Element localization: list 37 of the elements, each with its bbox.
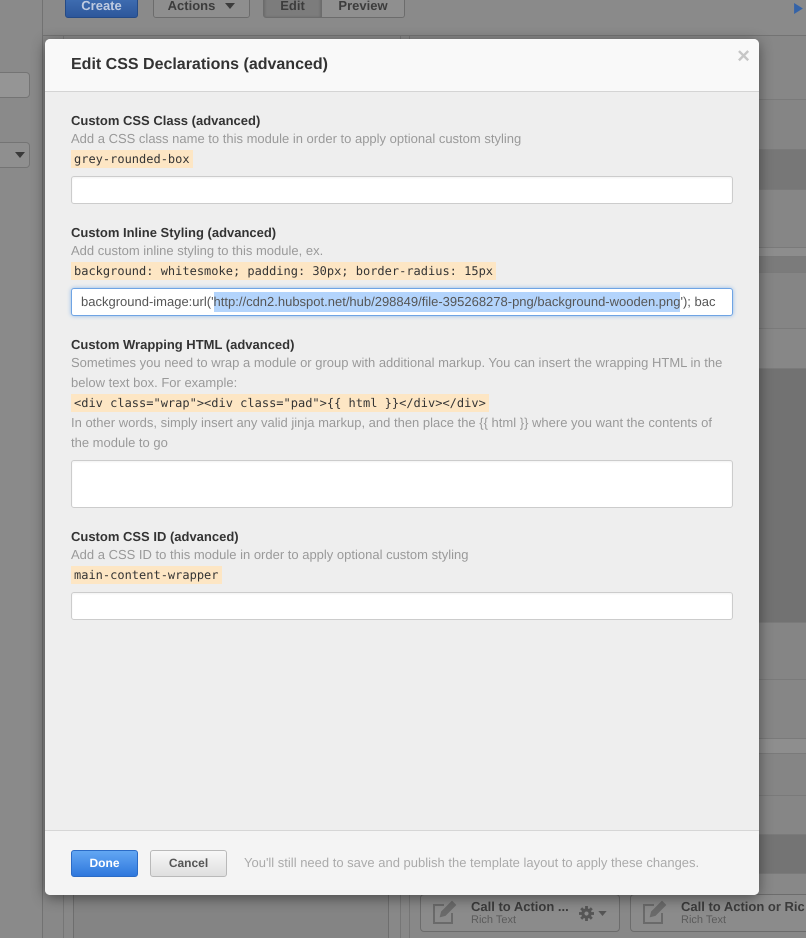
help-text: Sometimes you need to wrap a module or group with additional markup. You can insert the wrapping HTML in the below text box. For example: <box>71 354 724 392</box>
selected-text: http://cdn2.hubspot.net/hub/298849/file-395268278-png/background-wooden.png <box>214 292 680 312</box>
caret-icon <box>15 152 25 158</box>
text-area[interactable] <box>71 460 733 508</box>
cancel-button[interactable]: Cancel <box>150 850 227 876</box>
help-text: In other words, simply insert any valid jinja markup, and then place the {{ html }} where you want the contents of the module to go <box>71 414 713 452</box>
pencil-icon <box>641 900 667 926</box>
done-button[interactable]: Done <box>71 850 138 876</box>
code-example: main-content-wrapper <box>71 566 222 584</box>
help-text: Add a CSS class name to this module in order to apply optional custom styling <box>71 130 522 148</box>
footer-note: You'll still need to save and publish the template layout to apply these changes. <box>244 854 700 872</box>
help-text: Add a CSS ID to this module in order to apply optional custom styling <box>71 546 470 564</box>
code-example: grey-rounded-box <box>71 150 193 168</box>
input-field[interactable]: background-image:url('http://cdn2.hubspot.net/hub/298849/file-395268278-png/background-wooden.png'); bac <box>71 288 733 316</box>
create-button[interactable]: Create <box>65 0 138 18</box>
input-field[interactable] <box>71 592 733 620</box>
input-field[interactable] <box>0 72 30 98</box>
code-example: background: whitesmoke; padding: 30px; border-radius: 15px <box>71 262 496 280</box>
field-label: Custom Inline Styling (advanced) <box>71 224 278 241</box>
actions-menu[interactable]: Actions <box>153 0 250 18</box>
field-label: Custom CSS ID (advanced) <box>71 528 240 545</box>
field-label: Custom CSS Class (advanced) <box>71 112 262 129</box>
view-tab[interactable]: Preview <box>322 0 405 18</box>
caret-icon <box>225 3 236 9</box>
pencil-icon <box>431 900 457 926</box>
module-title: Call to Action or Ric <box>681 899 805 914</box>
input-field[interactable] <box>71 176 733 204</box>
view-tab[interactable]: Edit <box>263 0 322 18</box>
code-example: <div class="wrap"><div class="pad">{{ html }}</div></div> <box>71 394 489 412</box>
dialog-title: Edit CSS Declarations (advanced) <box>71 55 328 75</box>
module-title: Call to Action ... <box>471 899 569 914</box>
triangle-icon[interactable] <box>794 3 803 14</box>
gear-icon[interactable] <box>579 906 594 920</box>
field-label: Custom Wrapping HTML (advanced) <box>71 336 296 353</box>
dropdown[interactable] <box>0 142 30 168</box>
help-text: Add custom inline styling to this module, ex. <box>71 242 324 260</box>
caret-icon <box>598 910 607 916</box>
